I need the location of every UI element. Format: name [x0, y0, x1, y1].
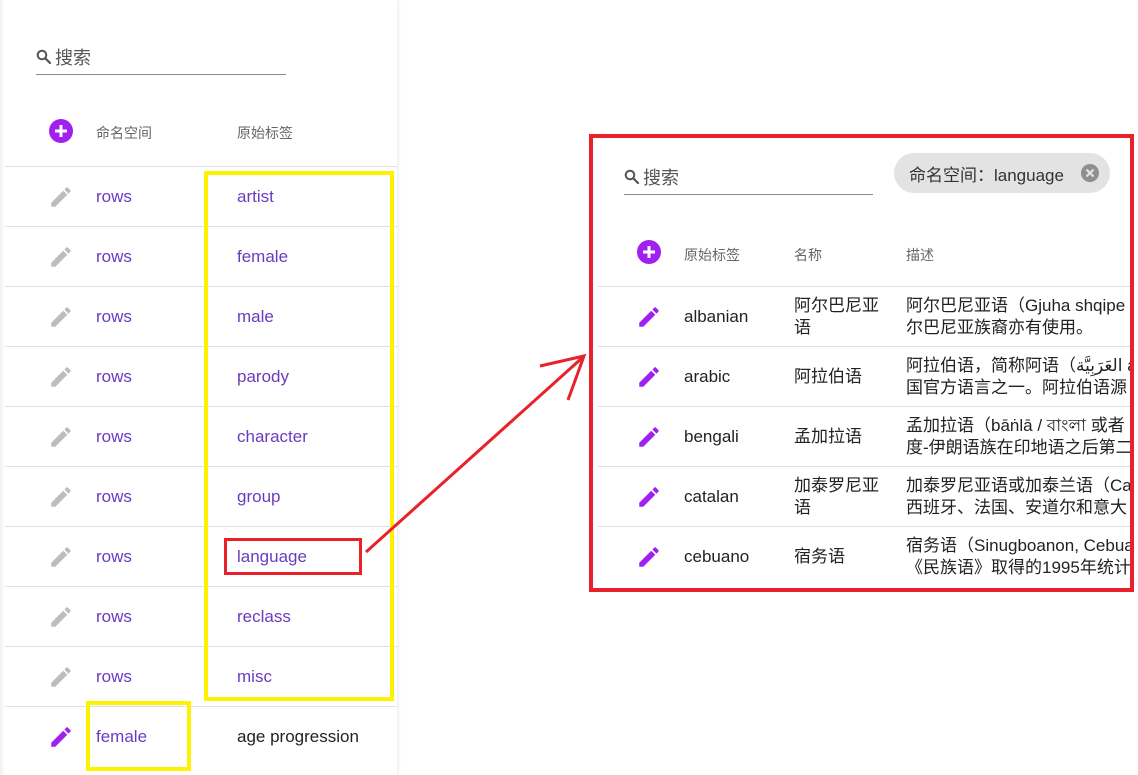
description-line: 《民族语》取得的1995年统计	[906, 558, 1131, 577]
description-line: 度-伊朗语族在印地语之后第二	[906, 438, 1133, 457]
edit-pencil-icon[interactable]	[636, 424, 662, 450]
tag-cell: cebuano	[684, 547, 750, 566]
close-icon[interactable]	[1080, 163, 1100, 183]
name-line: 加泰罗尼亚	[794, 476, 879, 495]
description-cell: 宿务语（Sinugboanon, Cebua 《民族语》取得的1995年统计	[906, 527, 1134, 587]
description-line: 宿务语（Sinugboanon, Cebua	[906, 536, 1134, 555]
description-line: 阿尔巴尼亚语（Gjuha shqipe	[906, 296, 1126, 315]
name-line: 语	[794, 498, 811, 517]
tag-cell: albanian	[684, 307, 749, 326]
name-cell: 阿尔巴尼亚语	[794, 287, 879, 347]
edit-pencil-icon[interactable]	[636, 544, 662, 570]
edit-pencil-icon[interactable]	[636, 484, 662, 510]
header-original-tag[interactable]: 原始标签	[684, 245, 740, 265]
tag-cell: catalan	[684, 487, 739, 506]
filter-chip-label: 命名空间：language	[909, 165, 1064, 185]
right-search-field[interactable]: 搜索	[624, 160, 873, 195]
description-cell: 孟加拉语（bāṅlā / বাংলা 或者 度-伊朗语族在印地语之后第二	[906, 407, 1133, 467]
description-cell: 加泰罗尼亚语或加泰兰语（Ca 西班牙、法国、安道尔和意大	[906, 467, 1132, 527]
add-circle-icon[interactable]	[636, 239, 662, 265]
table-row[interactable]: catalan 加泰罗尼亚语 加泰罗尼亚语或加泰兰语（Ca 西班牙、法国、安道尔和意大	[598, 466, 1132, 527]
header-name[interactable]: 名称	[794, 245, 822, 265]
namespace-filter-chip[interactable]: 命名空间：language	[894, 153, 1110, 193]
description-cell: 阿拉伯语，简称阿语（العَرَبِيَّة a 国官方语言之一。阿拉伯语源	[906, 347, 1130, 407]
right-table-header: 原始标签 名称 描述	[598, 216, 1130, 288]
description-line: 加泰罗尼亚语或加泰兰语（Ca	[906, 476, 1132, 495]
search-icon	[624, 169, 640, 185]
right-search-placeholder: 搜索	[643, 168, 679, 188]
description-line: 孟加拉语（bāṅlā / বাংলা 或者	[906, 416, 1125, 435]
description-line: 尔巴尼亚族裔亦有使用。	[906, 318, 1093, 337]
table-row[interactable]: arabic 阿拉伯语 阿拉伯语，简称阿语（العَرَبِيَّة a 国官方语言之…	[598, 346, 1130, 407]
tag-cell: arabic	[684, 367, 731, 386]
edit-pencil-icon[interactable]	[636, 364, 662, 390]
name-cell: 阿拉伯语	[794, 347, 862, 407]
description-line: 阿拉伯语，简称阿语（العَرَبِيَّة a	[906, 356, 1130, 375]
name-line: 语	[794, 318, 811, 337]
table-row[interactable]: albanian 阿尔巴尼亚语 阿尔巴尼亚语（Gjuha shqipe 尔巴尼亚族裔亦…	[598, 286, 1130, 347]
table-row[interactable]: bengali 孟加拉语 孟加拉语（bāṅlā / বাংলা 或者 度-伊朗语族在印…	[598, 406, 1133, 467]
header-description[interactable]: 描述	[906, 245, 934, 265]
description-line: 西班牙、法国、安道尔和意大	[906, 498, 1127, 517]
table-row[interactable]: cebuano 宿务语 宿务语（Sinugboanon, Cebua 《民族语》取得的…	[598, 526, 1134, 587]
edit-pencil-icon[interactable]	[636, 304, 662, 330]
name-line: 宿务语	[794, 547, 845, 566]
name-cell: 加泰罗尼亚语	[794, 467, 879, 527]
description-line: 国官方语言之一。阿拉伯语源	[906, 378, 1127, 397]
name-cell: 宿务语	[794, 527, 845, 587]
description-cell: 阿尔巴尼亚语（Gjuha shqipe 尔巴尼亚族裔亦有使用。	[906, 287, 1130, 347]
name-line: 阿尔巴尼亚	[794, 296, 879, 315]
language-namespace-panel: 搜索 命名空间：language 原始标签 名称 描述 albanian 阿尔巴尼…	[589, 134, 1134, 592]
name-line: 阿拉伯语	[794, 367, 862, 386]
name-cell: 孟加拉语	[794, 407, 862, 467]
name-line: 孟加拉语	[794, 427, 862, 446]
tag-cell: bengali	[684, 427, 739, 446]
